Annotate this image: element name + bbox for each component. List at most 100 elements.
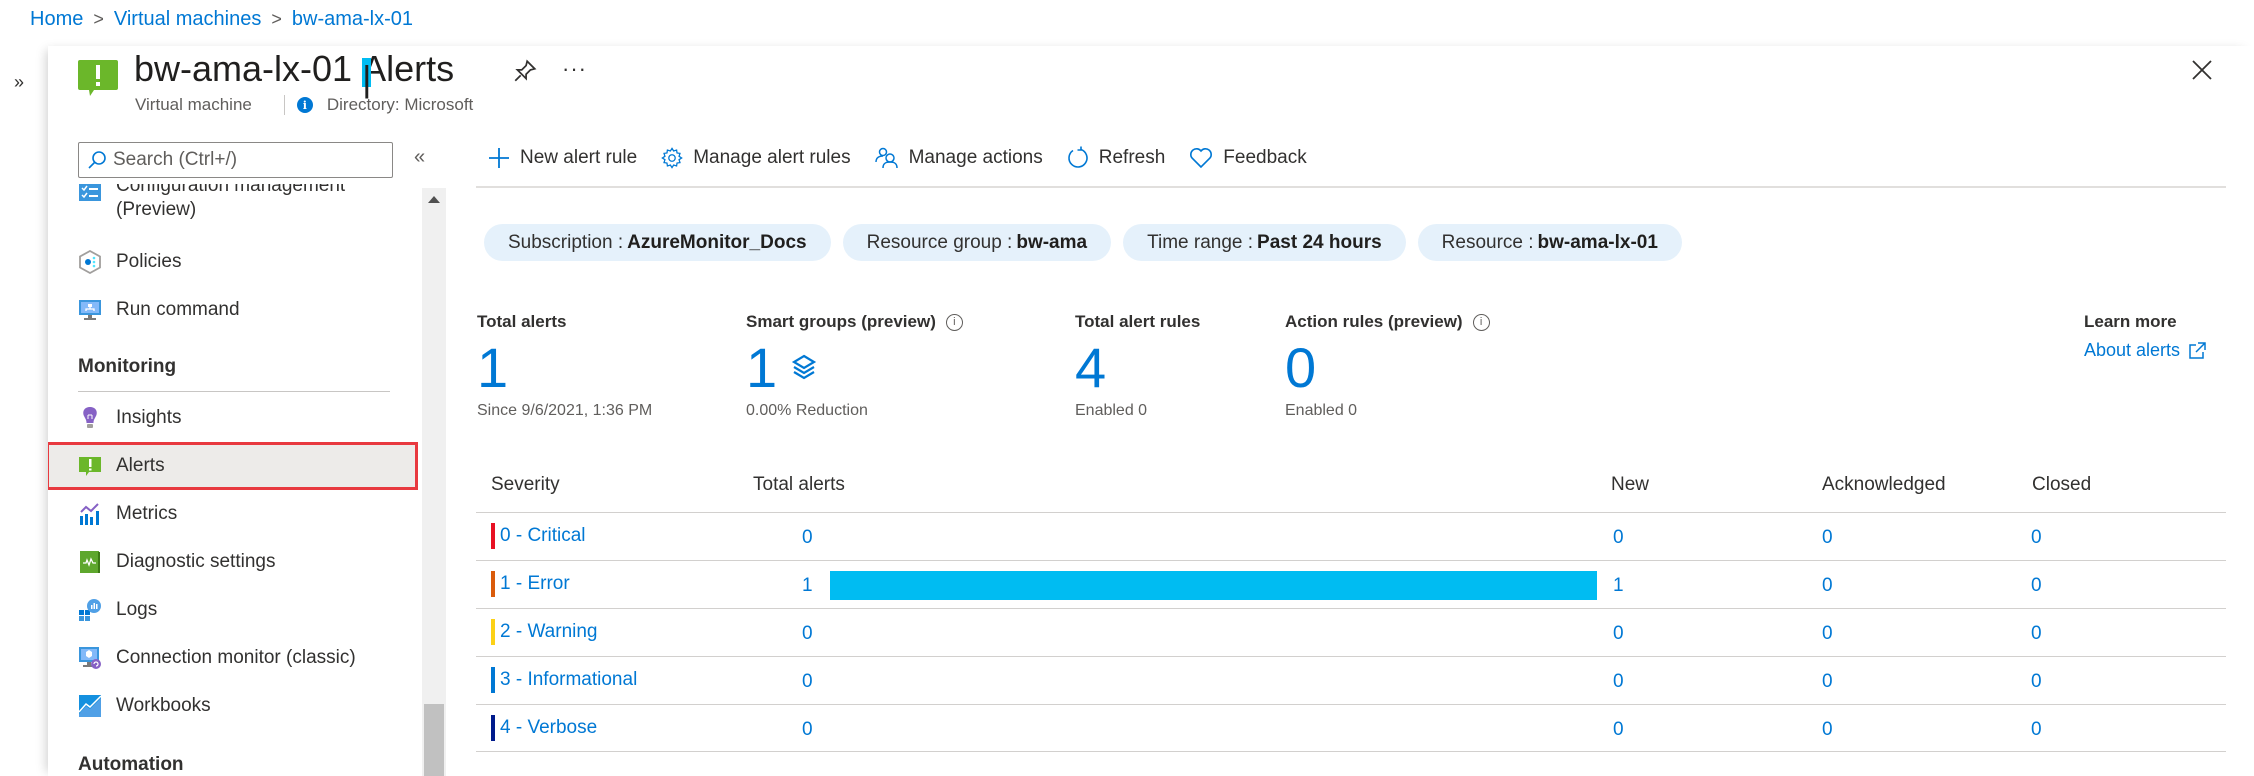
info-icon[interactable]: i — [1472, 313, 1490, 331]
feedback-button[interactable]: Feedback — [1189, 147, 1307, 169]
total-alert-rules-value[interactable]: 4 — [1075, 338, 1200, 398]
acknowledged-count[interactable]: 0 — [1822, 719, 1833, 741]
severity-link[interactable]: 2 - Warning — [491, 619, 598, 645]
run-command-icon — [79, 300, 101, 320]
filter-resource[interactable]: Resource : bw-ama-lx-01 — [1417, 224, 1682, 261]
manage-alert-rules-button[interactable]: Manage alert rules — [661, 147, 851, 169]
closed-count[interactable]: 0 — [2031, 527, 2042, 549]
breadcrumb-virtual-machines[interactable]: Virtual machines — [114, 8, 261, 31]
total-alerts-count[interactable]: 0 — [802, 527, 813, 549]
sidebar-item-policies[interactable]: Policies — [48, 238, 418, 286]
tile-heading-row: Smart groups (preview) i — [746, 312, 963, 332]
tile-heading: Total alert rules — [1075, 312, 1201, 331]
new-count[interactable]: 1 — [1613, 575, 1624, 597]
scroll-up-arrow-icon[interactable] — [428, 196, 440, 203]
breadcrumb-separator: > — [93, 9, 104, 29]
severity-color-marker — [491, 619, 495, 645]
sidebar-item-metrics[interactable]: Metrics — [48, 490, 418, 538]
tile-smart-groups: Smart groups (preview) i 1 0.00% Reducti… — [746, 312, 963, 420]
acknowledged-count[interactable]: 0 — [1822, 623, 1833, 645]
severity-link[interactable]: 3 - Informational — [491, 667, 637, 693]
sidebar-item-label: Run command — [116, 299, 240, 320]
close-icon[interactable] — [2190, 58, 2214, 82]
column-header-new: New — [1611, 474, 1650, 495]
sidebar-item-alerts[interactable]: Alerts — [48, 442, 418, 490]
total-alerts-value[interactable]: 1 — [477, 338, 652, 398]
command-bar: New alert rule Manage alert rules Manage… — [488, 140, 1331, 176]
closed-count[interactable]: 0 — [2031, 575, 2042, 597]
search-icon — [88, 151, 106, 169]
left-rail — [0, 46, 48, 776]
about-alerts-link[interactable]: About alerts — [2084, 340, 2206, 361]
breadcrumb-resource[interactable]: bw-ama-lx-01 — [292, 8, 413, 31]
severity-color-marker — [491, 715, 495, 741]
new-alert-rule-button[interactable]: New alert rule — [488, 147, 637, 169]
info-icon[interactable]: i — [945, 313, 963, 331]
refresh-icon — [1067, 146, 1088, 168]
sidebar-scrollbar-thumb[interactable] — [424, 704, 444, 776]
tile-total-alerts: Total alerts 1 Since 9/6/2021, 1:36 PM — [477, 312, 652, 420]
acknowledged-count[interactable]: 0 — [1822, 671, 1833, 693]
sidebar-item-logs[interactable]: Logs — [48, 586, 418, 634]
column-header-total-alerts: Total alerts — [753, 474, 845, 495]
tile-subtext: Enabled 0 — [1285, 402, 1358, 419]
severity-label: 3 - Informational — [500, 669, 638, 690]
configuration-management-icon — [79, 184, 101, 201]
sidebar-item-run-command[interactable]: Run command — [48, 286, 418, 334]
tile-subtext: Enabled 0 — [1075, 402, 1148, 419]
people-icon — [874, 147, 898, 169]
filter-time-range[interactable]: Time range : Past 24 hours — [1123, 224, 1406, 261]
new-count[interactable]: 0 — [1613, 623, 1624, 645]
sidebar-scrollbar[interactable] — [422, 188, 446, 776]
closed-count[interactable]: 0 — [2031, 671, 2042, 693]
new-count[interactable]: 0 — [1613, 719, 1624, 741]
total-alerts-count[interactable]: 1 — [802, 575, 813, 597]
collapse-sidebar-button[interactable]: « — [414, 146, 425, 169]
table-row: 3 - Informational 0 0 0 0 — [476, 656, 2226, 704]
sidebar-item-label: Policies — [116, 251, 182, 272]
smart-groups-value-row[interactable]: 1 — [746, 338, 963, 398]
about-alerts-label: About alerts — [2084, 340, 2181, 360]
acknowledged-count[interactable]: 0 — [1822, 575, 1833, 597]
manage-actions-label: Manage actions — [908, 147, 1043, 168]
severity-link[interactable]: 1 - Error — [491, 571, 570, 597]
expand-menu-button[interactable]: » — [14, 72, 24, 93]
filter-resource-group[interactable]: Resource group : bw-ama — [842, 224, 1112, 261]
tile-action-rules: Action rules (preview) i 0 Enabled 0 — [1285, 312, 1490, 420]
action-rules-value[interactable]: 0 — [1285, 338, 1490, 398]
total-alerts-count[interactable]: 0 — [802, 623, 813, 645]
closed-count[interactable]: 0 — [2031, 623, 2042, 645]
page-name: Alerts — [362, 48, 455, 89]
manage-actions-button[interactable]: Manage actions — [874, 147, 1043, 169]
sidebar-item-label: Alerts — [116, 455, 165, 476]
sidebar-item-label: Workbooks — [116, 695, 211, 716]
total-alerts-count[interactable]: 0 — [802, 719, 813, 741]
resource-type: Virtual machine — [135, 95, 252, 114]
sidebar-item-workbooks[interactable]: Workbooks — [48, 682, 418, 730]
tile-heading: Action rules (preview) — [1285, 312, 1463, 331]
closed-count[interactable]: 0 — [2031, 719, 2042, 741]
resource-name: bw-ama-lx-01 — [134, 48, 353, 89]
sidebar-item-diagnostic-settings[interactable]: Diagnostic settings — [48, 538, 418, 586]
tile-subtext: 0.00% Reduction — [746, 402, 868, 419]
sidebar-search-input[interactable]: Search (Ctrl+/) — [78, 142, 393, 178]
total-alerts-count[interactable]: 0 — [802, 671, 813, 693]
severity-label: 1 - Error — [500, 573, 570, 594]
sidebar-item-insights[interactable]: Insights — [48, 394, 418, 442]
more-options-button[interactable]: ··· — [562, 56, 587, 82]
metrics-icon — [80, 503, 99, 525]
severity-link[interactable]: 0 - Critical — [491, 523, 586, 549]
filter-subscription[interactable]: Subscription : AzureMonitor_Docs — [484, 224, 831, 261]
breadcrumb-home[interactable]: Home — [30, 8, 83, 31]
column-header-severity: Severity — [491, 474, 560, 495]
severity-link[interactable]: 4 - Verbose — [491, 715, 597, 741]
sidebar-item-connection-monitor[interactable]: Connection monitor (classic) — [48, 634, 418, 682]
new-count[interactable]: 0 — [1613, 527, 1624, 549]
acknowledged-count[interactable]: 0 — [1822, 527, 1833, 549]
sidebar-item-configuration-management[interactable]: Configuration management (Preview) — [48, 184, 418, 234]
table-row: 2 - Warning 0 0 0 0 — [476, 608, 2226, 656]
new-count[interactable]: 0 — [1613, 671, 1624, 693]
pin-icon[interactable] — [512, 58, 538, 84]
severity-label: 4 - Verbose — [500, 717, 598, 738]
refresh-button[interactable]: Refresh — [1067, 146, 1165, 170]
